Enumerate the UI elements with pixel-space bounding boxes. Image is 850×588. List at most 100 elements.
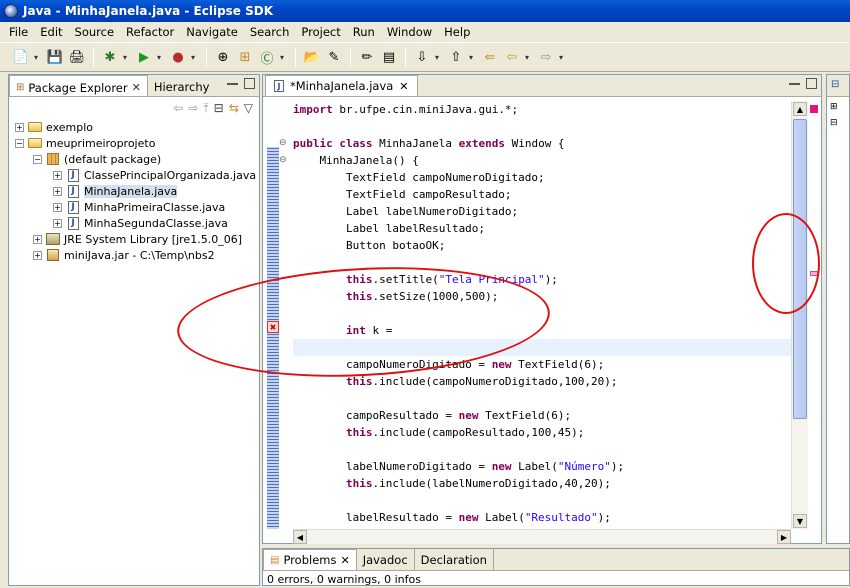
new-class-dropdown-icon[interactable]: ▾ [280, 53, 288, 62]
next-annotation-dropdown-icon[interactable]: ▾ [435, 53, 443, 62]
tree-item-minijava-jar[interactable]: + miniJava.jar - C:\Temp\nbs2 [9, 247, 259, 263]
minimize-icon[interactable] [789, 78, 800, 85]
new-package-icon[interactable]: ⊞ [236, 48, 254, 66]
menu-edit[interactable]: Edit [34, 25, 68, 39]
overview-ruler[interactable] [808, 101, 820, 529]
new-dropdown-icon[interactable]: ▾ [34, 53, 42, 62]
expand-icon[interactable]: + [33, 234, 42, 244]
menu-search[interactable]: Search [244, 25, 296, 39]
collapse-all-icon[interactable]: ⊟ [214, 101, 224, 115]
tree-item-default-package[interactable]: − (default package) [9, 151, 259, 167]
collapse-icon[interactable]: − [15, 138, 24, 148]
close-icon[interactable]: ✕ [340, 554, 349, 567]
code-line[interactable] [293, 118, 791, 135]
horizontal-scrollbar[interactable]: ◀ ▶ [293, 529, 791, 544]
code-line[interactable]: TextField campoResultado; [293, 186, 791, 203]
tree-item-minhaprimeiraclasse[interactable]: + J MinhaPrimeiraClasse.java [9, 199, 259, 215]
code-line[interactable]: this.include(labelNumeroDigitado,40,20); [293, 475, 791, 492]
expand-icon[interactable]: + [33, 250, 42, 260]
scroll-right-icon[interactable]: ▶ [777, 530, 791, 544]
back-icon[interactable]: ⇦ [503, 48, 521, 66]
close-icon[interactable]: ✕ [399, 80, 408, 93]
forward-dropdown-icon[interactable]: ▾ [559, 53, 567, 62]
code-line[interactable]: campoResultado = new TextField(6); [293, 407, 791, 424]
tree-item-classeprincipalorganizada[interactable]: + J ClassePrincipalOrganizada.java [9, 167, 259, 183]
menu-run[interactable]: Run [347, 25, 381, 39]
scroll-left-icon[interactable]: ◀ [293, 530, 307, 544]
maximize-icon[interactable] [806, 78, 817, 89]
debug-dropdown-icon[interactable]: ▾ [123, 53, 131, 62]
menu-project[interactable]: Project [295, 25, 346, 39]
up-icon[interactable]: ⤒ [203, 101, 208, 116]
code-line[interactable]: public class MinhaJanela extends Window … [293, 135, 791, 152]
view-menu-icon[interactable]: ▽ [244, 101, 253, 115]
code-line[interactable]: import br.ufpe.cin.miniJava.gui.*; [293, 101, 791, 118]
fold-class-icon[interactable]: ⊖ [279, 138, 287, 148]
tree-item-minhajanela[interactable]: + J MinhaJanela.java [9, 183, 259, 199]
next-annotation-icon[interactable]: ⇩ [413, 48, 431, 66]
code-line[interactable]: Button botaoOK; [293, 237, 791, 254]
code-line[interactable]: TextField campoNumeroDigitado; [293, 169, 791, 186]
code-line[interactable]: this.include(campoResultado,100,45); [293, 424, 791, 441]
code-line[interactable]: MinhaJanela() { [293, 152, 791, 169]
link-with-editor-icon[interactable]: ⇆ [229, 101, 239, 115]
expand-icon[interactable]: + [53, 218, 62, 228]
menu-navigate[interactable]: Navigate [180, 25, 244, 39]
open-type-icon[interactable]: 📂 [303, 48, 321, 66]
expand-icon[interactable]: + [15, 122, 24, 132]
tab-declaration[interactable]: Declaration [415, 549, 494, 570]
previous-annotation-dropdown-icon[interactable]: ▾ [469, 53, 477, 62]
tree-item-jre-system-library[interactable]: + JRE System Library [jre1.5.0_06] [9, 231, 259, 247]
code-line[interactable] [293, 441, 791, 458]
tab-problems[interactable]: ▤ Problems ✕ [263, 549, 357, 570]
forward-icon[interactable]: ⇨ [188, 101, 198, 115]
tab-package-explorer[interactable]: ⊞ Package Explorer ✕ [9, 75, 148, 96]
collapse-icon[interactable]: ⊟ [830, 115, 846, 131]
external-tools-icon[interactable]: ● [169, 48, 187, 66]
expand-icon[interactable]: + [53, 186, 62, 196]
toggle-mark-occurrences-icon[interactable]: ✏ [358, 48, 376, 66]
previous-annotation-icon[interactable]: ⇧ [447, 48, 465, 66]
menu-help[interactable]: Help [438, 25, 476, 39]
code-line[interactable]: labelNumeroDigitado = new Label("Número"… [293, 458, 791, 475]
minimize-icon[interactable] [227, 78, 238, 85]
code-line[interactable]: Label labelNumeroDigitado; [293, 203, 791, 220]
print-icon[interactable]: 🖨 [68, 48, 86, 66]
save-icon[interactable]: 💾 [46, 48, 64, 66]
menu-source[interactable]: Source [69, 25, 121, 39]
code-line[interactable]: labelResultado = new Label("Resultado"); [293, 509, 791, 526]
tree-item-meuprimeiroprojeto[interactable]: − meuprimeiroprojeto [9, 135, 259, 151]
menu-window[interactable]: Window [381, 25, 438, 39]
last-edit-location-icon[interactable]: ⇚ [481, 48, 499, 66]
debug-icon[interactable]: ✱ [101, 48, 119, 66]
scroll-up-icon[interactable]: ▲ [793, 102, 807, 116]
tab-hierarchy[interactable]: Hierarchy [148, 75, 216, 96]
expand-icon[interactable]: + [53, 170, 62, 180]
menu-file[interactable]: File [3, 25, 34, 39]
run-dropdown-icon[interactable]: ▾ [157, 53, 165, 62]
menu-refactor[interactable]: Refactor [120, 25, 180, 39]
run-icon[interactable]: ▶ [135, 48, 153, 66]
maximize-icon[interactable] [244, 78, 255, 89]
new-java-project-icon[interactable]: ⊕ [214, 48, 232, 66]
close-icon[interactable]: ✕ [132, 81, 141, 94]
vertical-scrollbar[interactable]: ▲ ▼ [791, 101, 808, 529]
search-icon[interactable]: ✎ [325, 48, 343, 66]
code-line[interactable] [293, 492, 791, 509]
tab-javadoc[interactable]: Javadoc [357, 549, 415, 570]
expand-icon[interactable]: + [53, 202, 62, 212]
tree-item-minhasegundaclasse[interactable]: + J MinhaSegundaClasse.java [9, 215, 259, 231]
error-overview-indicator[interactable] [810, 105, 818, 113]
back-icon[interactable]: ⇦ [173, 101, 183, 115]
expand-icon[interactable]: ⊞ [830, 99, 846, 115]
show-source-icon[interactable]: ▤ [380, 48, 398, 66]
tree-item-exemplo[interactable]: + exemplo [9, 119, 259, 135]
fold-constructor-icon[interactable]: ⊖ [279, 155, 287, 165]
forward-icon[interactable]: ⇨ [537, 48, 555, 66]
scroll-down-icon[interactable]: ▼ [793, 514, 807, 528]
code-line[interactable]: Label labelResultado; [293, 220, 791, 237]
new-class-icon[interactable]: Ⓒ [258, 48, 276, 67]
code-line[interactable] [293, 390, 791, 407]
new-icon[interactable]: 📄 [12, 48, 30, 66]
back-dropdown-icon[interactable]: ▾ [525, 53, 533, 62]
